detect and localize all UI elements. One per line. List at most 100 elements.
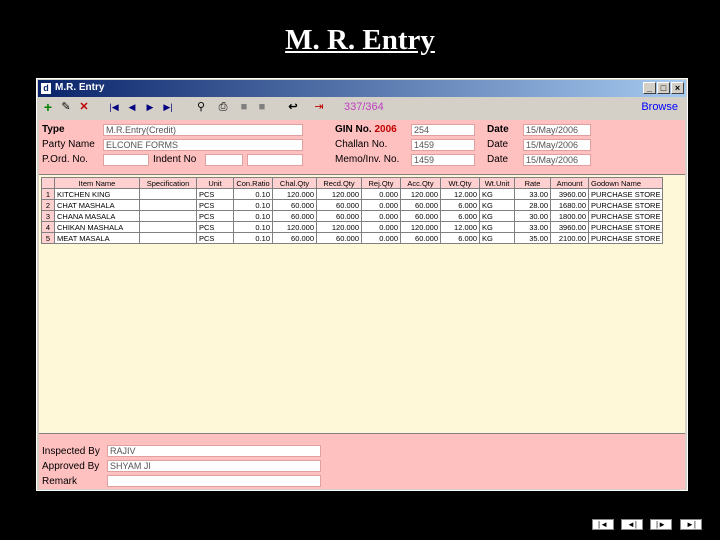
- cell-godown[interactable]: PURCHASE STORE: [587, 210, 664, 222]
- cell-wtunit[interactable]: KG: [479, 221, 515, 233]
- table-row[interactable]: 1 KITCHEN KING PCS 0.10 120.000 120.000 0.000 1…: [41, 188, 664, 200]
- slide-prev-button[interactable]: ◄|: [621, 519, 643, 530]
- cell-unit[interactable]: PCS: [196, 221, 234, 233]
- gin-field[interactable]: 254: [411, 124, 475, 136]
- cell-chal[interactable]: 60.000: [272, 199, 317, 211]
- cell-unit[interactable]: PCS: [196, 210, 234, 222]
- maximize-button[interactable]: □: [657, 82, 670, 94]
- cell-acc[interactable]: 60.000: [400, 232, 441, 244]
- cell-chal[interactable]: 60.000: [272, 232, 317, 244]
- cell-spec[interactable]: [139, 188, 197, 200]
- table-row[interactable]: 3 CHANA MASALA PCS 0.10 60.000 60.000 0.000 60.…: [41, 210, 664, 222]
- cell-amount[interactable]: 2100.00: [550, 232, 589, 244]
- close-button[interactable]: ×: [671, 82, 684, 94]
- cell-item[interactable]: MEAT MASALA: [54, 232, 140, 244]
- cell-ratio[interactable]: 0.10: [233, 188, 273, 200]
- approved-field[interactable]: SHYAM JI: [107, 460, 321, 472]
- cell-unit[interactable]: PCS: [196, 188, 234, 200]
- cell-item[interactable]: KITCHEN KING: [54, 188, 140, 200]
- undo-icon[interactable]: ↩: [286, 101, 300, 114]
- cell-wt[interactable]: 6.000: [440, 232, 480, 244]
- exit-icon[interactable]: ⇥: [312, 101, 326, 114]
- cell-spec[interactable]: [139, 199, 197, 211]
- first-record-icon[interactable]: |◀: [108, 101, 120, 114]
- cell-ratio[interactable]: 0.10: [233, 221, 273, 233]
- cell-rej[interactable]: 0.000: [361, 199, 401, 211]
- cell-amount[interactable]: 3960.00: [550, 188, 589, 200]
- cell-recd[interactable]: 60.000: [316, 232, 362, 244]
- indent-field[interactable]: [205, 154, 243, 166]
- slide-last-button[interactable]: ►|: [680, 519, 702, 530]
- challan-field[interactable]: 1459: [411, 139, 475, 151]
- cell-spec[interactable]: [139, 232, 197, 244]
- cell-chal[interactable]: 120.000: [272, 221, 317, 233]
- cell-unit[interactable]: PCS: [196, 199, 234, 211]
- cell-rate[interactable]: 28.00: [514, 199, 551, 211]
- table-row[interactable]: 4 CHIKAN MASHALA PCS 0.10 120.000 120.000 0.00…: [41, 221, 664, 233]
- cell-godown[interactable]: PURCHASE STORE: [587, 232, 664, 244]
- remark-field[interactable]: [107, 475, 321, 487]
- cell-spec[interactable]: [139, 221, 197, 233]
- cell-acc[interactable]: 60.000: [400, 210, 441, 222]
- cell-chal[interactable]: 120.000: [272, 188, 317, 200]
- memo-field[interactable]: 1459: [411, 154, 475, 166]
- cell-unit[interactable]: PCS: [196, 232, 234, 244]
- cell-amount[interactable]: 3960.00: [550, 221, 589, 233]
- cell-item[interactable]: CHAT MASHALA: [54, 199, 140, 211]
- cell-amount[interactable]: 1800.00: [550, 210, 589, 222]
- slide-next-button[interactable]: |►: [650, 519, 672, 530]
- slide-first-button[interactable]: |◄: [592, 519, 614, 530]
- cell-recd[interactable]: 60.000: [316, 210, 362, 222]
- cell-rate[interactable]: 30.00: [514, 210, 551, 222]
- prev-record-icon[interactable]: ◀: [126, 101, 138, 114]
- cell-rej[interactable]: 0.000: [361, 232, 401, 244]
- cell-chal[interactable]: 60.000: [272, 210, 317, 222]
- cell-recd[interactable]: 60.000: [316, 199, 362, 211]
- cell-spec[interactable]: [139, 210, 197, 222]
- challan-date-field[interactable]: 15/May/2006: [523, 139, 591, 151]
- cell-godown[interactable]: PURCHASE STORE: [587, 188, 664, 200]
- table-row[interactable]: 5 MEAT MASALA PCS 0.10 60.000 60.000 0.000 60.0…: [41, 232, 664, 244]
- cell-ratio[interactable]: 0.10: [233, 199, 273, 211]
- cell-amount[interactable]: 1680.00: [550, 199, 589, 211]
- cell-wtunit[interactable]: KG: [479, 232, 515, 244]
- cell-recd[interactable]: 120.000: [316, 188, 362, 200]
- cell-wtunit[interactable]: KG: [479, 210, 515, 222]
- pord-field[interactable]: [103, 154, 149, 166]
- party-field[interactable]: ELCONE FORMS: [103, 139, 303, 151]
- cell-wt[interactable]: 6.000: [440, 199, 480, 211]
- cell-wt[interactable]: 12.000: [440, 221, 480, 233]
- minimize-button[interactable]: _: [643, 82, 656, 94]
- cell-rate[interactable]: 33.00: [514, 221, 551, 233]
- date-field[interactable]: 15/May/2006: [523, 124, 591, 136]
- table-row[interactable]: 2 CHAT MASHALA PCS 0.10 60.000 60.000 0.000 60.…: [41, 199, 664, 211]
- cell-rej[interactable]: 0.000: [361, 188, 401, 200]
- cell-rej[interactable]: 0.000: [361, 210, 401, 222]
- next-record-icon[interactable]: ▶: [144, 101, 156, 114]
- add-icon[interactable]: +: [42, 100, 54, 114]
- indent-extra-field[interactable]: [247, 154, 303, 166]
- cell-wtunit[interactable]: KG: [479, 188, 515, 200]
- edit-icon[interactable]: ✎: [60, 101, 72, 114]
- cell-ratio[interactable]: 0.10: [233, 210, 273, 222]
- last-record-icon[interactable]: ▶|: [162, 101, 174, 114]
- type-field[interactable]: M.R.Entry(Credit): [103, 124, 303, 136]
- cell-item[interactable]: CHANA MASALA: [54, 210, 140, 222]
- find-icon[interactable]: ⚲: [194, 101, 208, 114]
- cell-rate[interactable]: 35.00: [514, 232, 551, 244]
- cell-rate[interactable]: 33.00: [514, 188, 551, 200]
- browse-link[interactable]: Browse: [641, 101, 678, 113]
- save-icon[interactable]: ■: [238, 101, 250, 114]
- cell-item[interactable]: CHIKAN MASHALA: [54, 221, 140, 233]
- memo-date-field[interactable]: 15/May/2006: [523, 154, 591, 166]
- cell-rej[interactable]: 0.000: [361, 221, 401, 233]
- cell-acc[interactable]: 120.000: [400, 188, 441, 200]
- save-all-icon[interactable]: ■: [256, 101, 268, 114]
- cell-acc[interactable]: 60.000: [400, 199, 441, 211]
- cell-recd[interactable]: 120.000: [316, 221, 362, 233]
- inspected-field[interactable]: RAJIV: [107, 445, 321, 457]
- cell-godown[interactable]: PURCHASE STORE: [587, 221, 664, 233]
- delete-icon[interactable]: ✕: [78, 101, 90, 114]
- cell-wt[interactable]: 6.000: [440, 210, 480, 222]
- cell-acc[interactable]: 120.000: [400, 221, 441, 233]
